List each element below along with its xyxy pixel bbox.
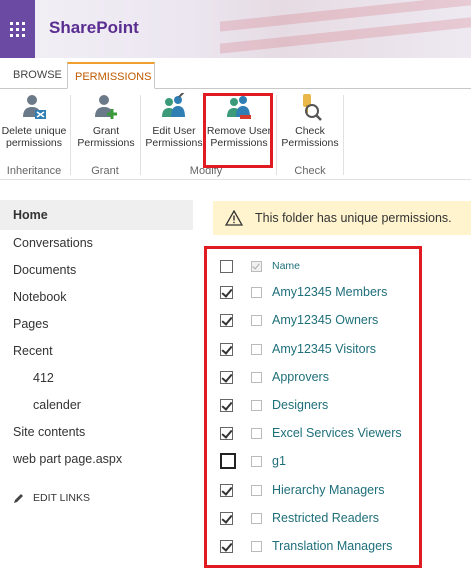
nav-item-recent-calender[interactable]: calender: [33, 398, 81, 412]
list-item[interactable]: Amy12345 Owners: [220, 309, 378, 331]
group-label-check: Check: [294, 165, 326, 177]
nav-item-pages[interactable]: Pages: [13, 317, 48, 331]
row-checkbox[interactable]: [220, 539, 233, 553]
list-item[interactable]: Designers: [220, 394, 328, 416]
nav-item-notebook[interactable]: Notebook: [13, 290, 67, 304]
group-link[interactable]: Translation Managers: [272, 539, 392, 553]
row-checkbox[interactable]: [220, 313, 233, 327]
warning-icon: [225, 210, 243, 226]
group-label-grant: Grant: [91, 165, 119, 177]
grant-permissions-icon: [95, 95, 117, 119]
select-all-checkbox[interactable]: [220, 259, 233, 273]
row-checkbox[interactable]: [220, 511, 233, 525]
nav-item-conversations[interactable]: Conversations: [13, 236, 93, 250]
edit-user-permissions-icon: [162, 93, 185, 117]
nav-item-recent-412[interactable]: 412: [33, 371, 54, 385]
group-link[interactable]: Approvers: [272, 370, 329, 384]
highlight-box-remove-user: [203, 93, 273, 168]
app-title[interactable]: SharePoint: [49, 18, 139, 38]
list-header: Name: [220, 255, 300, 277]
check-permissions-button[interactable]: Check Permissions: [280, 93, 340, 149]
edit-user-permissions-button[interactable]: Edit User Permissions: [143, 93, 205, 149]
row-secondary-checkbox[interactable]: [251, 286, 262, 298]
ribbon-tabs: BROWSE PERMISSIONS: [0, 62, 471, 89]
delete-permissions-icon: [23, 95, 46, 119]
grant-label-1: Grant: [92, 125, 120, 137]
row-checkbox[interactable]: [220, 483, 233, 497]
delete-unique-label-2: permissions: [5, 137, 63, 149]
grant-label-2: Permissions: [77, 137, 135, 149]
group-link[interactable]: Restricted Readers: [272, 511, 379, 525]
row-checkbox[interactable]: [220, 398, 233, 412]
row-secondary-checkbox[interactable]: [251, 314, 262, 326]
edit-links-button[interactable]: EDIT LINKS: [13, 492, 90, 504]
nav-item-recent[interactable]: Recent: [13, 344, 53, 358]
grant-permissions-button[interactable]: Grant Permissions: [74, 93, 138, 149]
list-item[interactable]: Hierarchy Managers: [220, 479, 385, 501]
check-label-2: Permissions: [281, 137, 339, 149]
row-secondary-checkbox[interactable]: [251, 343, 262, 355]
group-link[interactable]: Hierarchy Managers: [272, 483, 385, 497]
row-checkbox[interactable]: [220, 370, 233, 384]
list-item[interactable]: Translation Managers: [220, 535, 392, 557]
group-link[interactable]: Amy12345 Visitors: [272, 342, 376, 356]
row-secondary-checkbox[interactable]: [251, 455, 262, 467]
list-item[interactable]: g1: [220, 450, 286, 472]
column-header-name[interactable]: Name: [272, 260, 300, 272]
row-secondary-checkbox[interactable]: [251, 399, 262, 411]
pencil-icon: [14, 494, 23, 503]
list-item[interactable]: Amy12345 Members: [220, 281, 387, 303]
group-link[interactable]: Amy12345 Members: [272, 285, 387, 299]
row-checkbox[interactable]: [220, 285, 233, 299]
row-secondary-checkbox[interactable]: [251, 540, 262, 552]
row-secondary-checkbox[interactable]: [251, 371, 262, 383]
check-permissions-icon: [303, 94, 322, 121]
list-item[interactable]: Excel Services Viewers: [220, 422, 402, 444]
banner-text: This folder has unique permissions.: [255, 211, 452, 225]
row-checkbox[interactable]: [220, 453, 236, 469]
group-link[interactable]: Excel Services Viewers: [272, 426, 402, 440]
nav-item-site-contents[interactable]: Site contents: [13, 425, 85, 439]
tab-permissions[interactable]: PERMISSIONS: [67, 62, 155, 89]
check-label-1: Check: [295, 125, 325, 137]
nav-item-web-part-page[interactable]: web part page.aspx: [13, 452, 122, 466]
unique-permissions-banner: This folder has unique permissions.: [213, 201, 471, 235]
row-secondary-checkbox[interactable]: [251, 484, 262, 496]
group-link[interactable]: Amy12345 Owners: [272, 313, 378, 327]
delete-unique-permissions-button[interactable]: Delete unique permissions: [0, 93, 68, 149]
group-link[interactable]: Designers: [272, 398, 328, 412]
edit-links-label: EDIT LINKS: [33, 492, 90, 504]
delete-unique-label-1: Delete unique: [1, 125, 67, 137]
list-item[interactable]: Amy12345 Visitors: [220, 338, 376, 360]
tab-browse[interactable]: BROWSE: [6, 62, 69, 89]
header-checkbox[interactable]: [251, 260, 262, 272]
nav-item-home[interactable]: Home: [0, 200, 193, 230]
row-checkbox[interactable]: [220, 342, 233, 356]
app-launcher-icon[interactable]: [0, 0, 35, 58]
nav-home-label: Home: [13, 208, 48, 222]
list-item[interactable]: Restricted Readers: [220, 507, 379, 529]
edit-user-label-1: Edit User: [152, 125, 196, 137]
nav-item-documents[interactable]: Documents: [13, 263, 76, 277]
edit-user-label-2: Permissions: [145, 137, 203, 149]
row-secondary-checkbox[interactable]: [251, 427, 262, 439]
suite-bar: SharePoint: [0, 0, 471, 58]
group-link[interactable]: g1: [272, 454, 286, 468]
row-checkbox[interactable]: [220, 426, 233, 440]
list-item[interactable]: Approvers: [220, 366, 329, 388]
group-label-inheritance: Inheritance: [6, 165, 62, 177]
row-secondary-checkbox[interactable]: [251, 512, 262, 524]
